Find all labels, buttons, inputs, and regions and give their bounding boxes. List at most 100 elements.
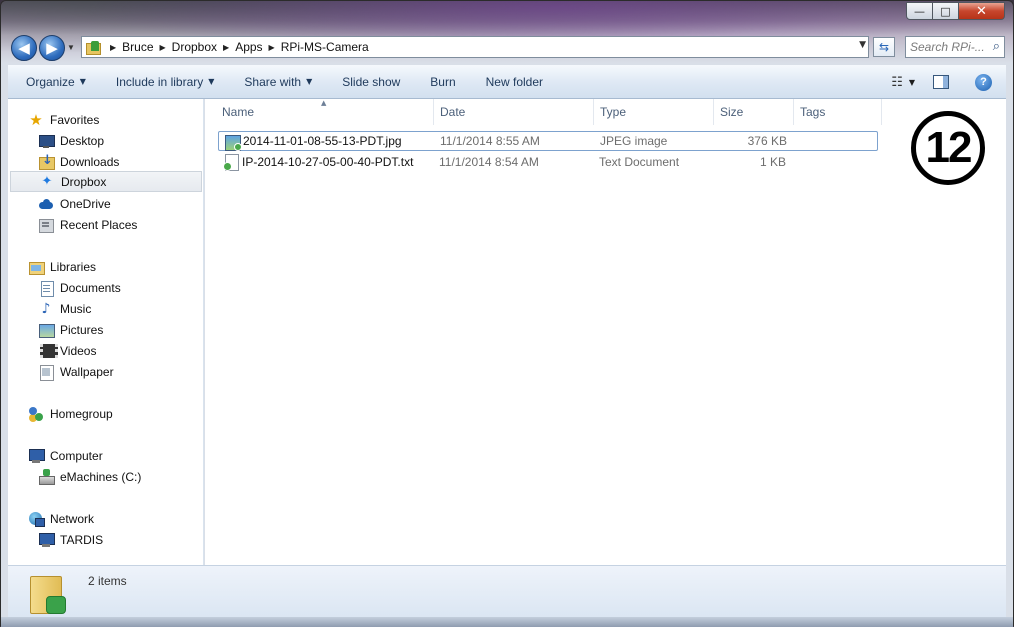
search-input[interactable]: Search RPi-... ⌕ — [905, 36, 1005, 58]
breadcrumb-rpi-ms-camera[interactable]: RPi-MS-Camera — [281, 40, 369, 54]
sidebar-item-label: Favorites — [50, 112, 100, 127]
column-header-label: Size — [720, 105, 744, 119]
breadcrumb-bruce[interactable]: Bruce — [122, 40, 153, 54]
change-view-icon[interactable]: ☷ — [891, 75, 903, 90]
file-name: IP-2014-10-27-05-00-40-PDT.txt — [242, 155, 414, 169]
file-size: 1 KB — [759, 155, 786, 169]
sidebar-item-onedrive[interactable]: OneDrive — [38, 193, 111, 214]
recent-places-icon — [38, 217, 54, 233]
hard-drive-icon — [38, 468, 55, 485]
column-header-label: Date — [440, 105, 466, 119]
back-button[interactable]: ◀ — [11, 35, 37, 61]
recent-pages-dropdown-icon[interactable]: ▼ — [67, 43, 75, 52]
slide-show-button[interactable]: Slide show — [321, 75, 409, 89]
sidebar-item-pictures[interactable]: Pictures — [38, 319, 103, 340]
forward-button[interactable]: ▶ — [39, 35, 65, 61]
computer-icon — [28, 448, 45, 464]
sidebar-item-network[interactable]: Network — [28, 508, 94, 529]
organize-menu[interactable]: Organize ▼ — [8, 75, 95, 89]
folder-location-icon — [86, 40, 102, 55]
sidebar-item-documents[interactable]: Documents — [38, 277, 121, 298]
breadcrumb-chevron-icon[interactable]: ▶ — [269, 43, 275, 52]
navigation-pane: ★ Favorites Desktop Downloads ✦ Dropbox … — [8, 99, 204, 565]
sidebar-item-music[interactable]: ♪ Music — [38, 298, 92, 319]
burn-button[interactable]: Burn — [409, 75, 464, 89]
sidebar-item-dropbox[interactable]: ✦ Dropbox — [10, 171, 202, 192]
sidebar-item-recent-places[interactable]: Recent Places — [38, 214, 137, 235]
sidebar-item-libraries[interactable]: Libraries — [28, 256, 96, 277]
jpeg-file-icon — [224, 134, 242, 151]
homegroup-icon — [28, 406, 44, 422]
minimize-button[interactable]: — — [906, 2, 933, 20]
sidebar-item-label: Dropbox — [61, 174, 107, 189]
column-header-tags[interactable]: Tags — [794, 99, 882, 125]
sidebar-item-downloads[interactable]: Downloads — [38, 151, 119, 172]
sidebar-item-emachines-c[interactable]: eMachines (C:) — [38, 466, 141, 487]
file-type: Text Document — [599, 155, 680, 169]
close-button[interactable]: ✕ — [959, 2, 1005, 20]
sidebar-item-wallpaper[interactable]: Wallpaper — [38, 361, 114, 382]
explorer-window: — □ ✕ ◀ ▶ ▼ ▶ Bruce ▶ Dropbox ▶ Apps ▶ R… — [0, 0, 1014, 627]
include-in-library-menu[interactable]: Include in library ▼ — [95, 75, 224, 89]
libraries-icon — [28, 259, 45, 275]
text-file-icon — [223, 154, 239, 171]
sidebar-item-label: Network — [50, 511, 95, 526]
sidebar-item-label: Videos — [60, 343, 97, 358]
file-date: 11/1/2014 8:54 AM — [439, 155, 539, 169]
sidebar-item-computer[interactable]: Computer — [28, 445, 103, 466]
column-header-size[interactable]: Size — [714, 99, 794, 125]
network-icon — [28, 511, 45, 527]
preview-pane-icon[interactable] — [933, 75, 949, 89]
sidebar-item-favorites[interactable]: ★ Favorites — [28, 109, 99, 130]
organize-label: Organize — [26, 74, 75, 89]
refresh-button[interactable]: ⇆ — [873, 37, 895, 57]
sidebar-item-desktop[interactable]: Desktop — [38, 130, 104, 151]
folder-icon — [28, 572, 68, 614]
dropbox-icon: ✦ — [41, 173, 53, 189]
search-icon[interactable]: ⌕ — [993, 39, 1000, 54]
sidebar-item-label: Wallpaper — [60, 364, 114, 379]
sort-ascending-icon: ▲ — [321, 99, 327, 107]
chevron-down-icon: ▼ — [306, 77, 313, 86]
maximize-button[interactable]: □ — [933, 2, 959, 20]
column-header-label: Name — [222, 105, 255, 119]
address-history-dropdown-icon[interactable]: ▼ — [859, 40, 866, 50]
sidebar-item-label: OneDrive — [60, 196, 111, 211]
breadcrumb-chevron-icon[interactable]: ▶ — [110, 43, 116, 52]
view-options-dropdown-icon[interactable]: ▼ — [909, 78, 915, 87]
file-date: 11/1/2014 8:55 AM — [440, 134, 540, 148]
view-controls: ☷ ▼ ? — [891, 65, 1006, 99]
column-header-date[interactable]: Date — [434, 99, 594, 125]
new-folder-button[interactable]: New folder — [465, 75, 552, 89]
breadcrumb-chevron-icon[interactable]: ▶ — [160, 43, 166, 52]
column-header-type[interactable]: Type — [594, 99, 714, 125]
chevron-down-icon: ▼ — [208, 77, 215, 86]
file-row[interactable]: IP-2014-10-27-05-00-40-PDT.txt 11/1/2014… — [218, 152, 878, 172]
file-name: 2014-11-01-08-55-13-PDT.jpg — [243, 134, 402, 148]
chevron-down-icon: ▼ — [79, 77, 86, 86]
column-header-label: Tags — [800, 105, 826, 119]
sidebar-item-label: Desktop — [60, 133, 105, 148]
pictures-icon — [38, 322, 55, 338]
sidebar-item-label: Pictures — [60, 322, 104, 337]
include-in-library-label: Include in library — [115, 74, 204, 89]
column-header-row: Name ▲ Date Type Size Tags — [205, 99, 1006, 125]
breadcrumb-dropbox[interactable]: Dropbox — [172, 40, 217, 54]
sidebar-item-homegroup[interactable]: Homegroup — [28, 403, 113, 424]
sidebar-item-videos[interactable]: Videos — [38, 340, 96, 361]
sidebar-item-label: eMachines (C:) — [60, 469, 142, 484]
sidebar-item-label: Documents — [60, 280, 121, 295]
help-icon[interactable]: ? — [975, 73, 992, 91]
sidebar-item-tardis[interactable]: TARDIS — [38, 529, 103, 550]
share-with-label: Share with — [244, 74, 302, 89]
file-row[interactable]: 2014-11-01-08-55-13-PDT.jpg 11/1/2014 8:… — [218, 131, 878, 151]
column-header-label: Type — [600, 105, 627, 119]
file-type: JPEG image — [600, 134, 668, 148]
breadcrumb-chevron-icon[interactable]: ▶ — [223, 43, 229, 52]
step-number: 12 — [925, 123, 973, 172]
address-bar[interactable]: ▶ Bruce ▶ Dropbox ▶ Apps ▶ RPi-MS-Camera… — [81, 36, 869, 58]
share-with-menu[interactable]: Share with ▼ — [223, 75, 321, 89]
breadcrumb-apps[interactable]: Apps — [235, 40, 262, 54]
file-size: 376 KB — [747, 134, 787, 148]
documents-icon — [38, 280, 54, 297]
